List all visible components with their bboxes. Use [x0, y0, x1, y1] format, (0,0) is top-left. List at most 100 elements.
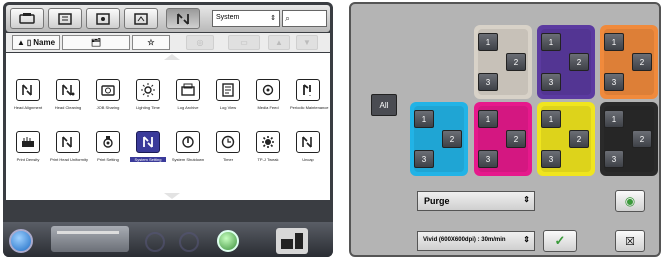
menu-item-label: Print Density — [16, 157, 40, 162]
menu-item-label: Print Head Uniformity — [50, 157, 89, 162]
tweak-icon — [256, 131, 280, 153]
nozzle-1-button[interactable]: 1 — [478, 110, 498, 128]
select-all-label: All — [379, 100, 389, 110]
execute-button[interactable] — [217, 230, 239, 252]
menu-item-label: Media Feed — [257, 105, 279, 110]
home-button[interactable] — [9, 229, 33, 253]
status-display — [51, 226, 129, 252]
log-archive-icon — [176, 79, 200, 101]
job-sharing-icon — [96, 79, 120, 101]
menu-item-label: System Setting — [130, 157, 166, 162]
tab-job-icon[interactable] — [48, 8, 82, 29]
menu-item-lighting-time[interactable]: Lighting Time — [130, 79, 166, 119]
menu-item-log-view[interactable]: Log View — [210, 79, 246, 119]
menu-item-label: Log Archive — [177, 105, 199, 110]
action-select[interactable]: Purge ⇕ — [417, 191, 535, 211]
menu-item-label: JOB Sharing — [96, 105, 120, 110]
bottom-toolbar — [3, 222, 333, 257]
scroll-down-button: ▼ — [296, 35, 318, 50]
tab-print-icon[interactable] — [10, 8, 44, 29]
search-input[interactable]: ⌕ — [282, 10, 327, 27]
check-button[interactable]: ✓ — [543, 230, 577, 252]
nozzle-2-button[interactable]: 2 — [569, 130, 589, 148]
menu-item-tp-j-tweak[interactable]: TP-J Tweak — [250, 131, 286, 171]
nozzle-3-button[interactable]: 3 — [604, 73, 624, 91]
menu-item-label: Lighting Time — [136, 105, 160, 110]
head-block-yellow[interactable]: 1 2 3 — [537, 102, 595, 176]
nozzle-3-button[interactable]: 3 — [478, 150, 498, 168]
menu-item-system-setting[interactable]: System Setting — [130, 131, 166, 171]
uniformity-icon — [56, 131, 80, 153]
sort-by-name-button[interactable]: ▲ ▯ Name — [12, 35, 60, 50]
close-button[interactable]: ☒ — [615, 230, 645, 252]
scroll-up-button: ▲ — [268, 35, 290, 50]
top-toolbar: System ⇕ ⌕ — [6, 5, 330, 32]
tab-preview-icon[interactable] — [124, 8, 158, 29]
menu-item-print-head-uniformity[interactable]: Print Head Uniformity — [50, 131, 89, 171]
nozzle-1-button[interactable]: 1 — [478, 33, 498, 51]
disabled-button-2 — [179, 232, 199, 252]
nozzle-2-button[interactable]: 2 — [569, 53, 589, 71]
menu-item-uncap[interactable]: Uncap — [290, 131, 326, 171]
print-mode-value: Vivid (600X600dpi) : 30m/min — [423, 237, 506, 243]
nozzle-1-button[interactable]: 1 — [541, 110, 561, 128]
menu-item-label: Log View — [219, 105, 237, 110]
select-all-button[interactable]: All — [371, 94, 397, 116]
menu-item-job-sharing[interactable]: JOB Sharing — [90, 79, 126, 119]
nozzle-2-button[interactable]: 2 — [632, 130, 652, 148]
nozzle-2-button[interactable]: 2 — [506, 130, 526, 148]
nozzle-1-button[interactable]: 1 — [604, 110, 624, 128]
head-block-orange[interactable]: 1 2 3 — [600, 25, 658, 99]
tab-system-icon[interactable] — [166, 8, 200, 29]
menu-item-timer[interactable]: Timer — [210, 131, 246, 171]
sort-by-type-button[interactable]: 🗂 — [62, 35, 130, 50]
nozzle-2-button[interactable]: 2 — [632, 53, 652, 71]
locate-button[interactable]: ◉ — [615, 190, 645, 212]
check-icon: ✓ — [554, 233, 566, 248]
folder-icon: 🗂 — [90, 38, 102, 47]
search-icon: ⌕ — [285, 13, 291, 23]
shutdown-icon — [176, 131, 200, 153]
category-select-value: System — [216, 14, 240, 21]
density-icon — [16, 131, 40, 153]
menu-item-periodic-maintenance[interactable]: Periodic Maintenance — [290, 79, 329, 119]
head-block-cyan[interactable]: 1 2 3 — [410, 102, 468, 176]
head-block-magenta[interactable]: 1 2 3 — [474, 102, 532, 176]
favorites-button[interactable]: ☆ — [132, 35, 170, 50]
menu-item-print-density[interactable]: Print Density — [10, 131, 46, 171]
nozzle-3-button[interactable]: 3 — [478, 73, 498, 91]
nozzle-1-button[interactable]: 1 — [541, 33, 561, 51]
uncap-icon — [296, 131, 320, 153]
chevron-down-icon: ⇕ — [523, 235, 530, 244]
nozzle-3-button[interactable]: 3 — [541, 73, 561, 91]
document-icon: ▯ — [26, 38, 32, 47]
menu-item-head-alignment[interactable]: Head Alignment — [10, 79, 46, 119]
menu-item-head-cleaning[interactable]: Head Cleaning — [50, 79, 86, 119]
menu-item-print-setting[interactable]: Print Setting — [90, 131, 126, 171]
head-cleaning-panel: All 1 2 3 1 2 3 1 2 3 1 2 3 1 2 3 1 2 3 … — [349, 2, 661, 257]
menu-item-system-shutdown[interactable]: System Shutdown — [170, 131, 206, 171]
scroll-down-icon — [164, 193, 180, 199]
menu-item-label: Head Alignment — [13, 105, 43, 110]
category-select[interactable]: System ⇕ — [212, 10, 280, 27]
menu-item-label: Uncap — [302, 157, 314, 162]
nozzle-3-button[interactable]: 3 — [604, 150, 624, 168]
chevron-down-icon: ⇕ — [523, 195, 530, 204]
print-mode-select[interactable]: Vivid (600X600dpi) : 30m/min ⇕ — [417, 231, 535, 251]
menu-item-label: Periodic Maintenance — [290, 105, 329, 110]
nozzle-2-button[interactable]: 2 — [506, 53, 526, 71]
head-block-light-gray[interactable]: 1 2 3 — [474, 25, 532, 99]
nozzle-2-button[interactable]: 2 — [442, 130, 462, 148]
head-block-violet[interactable]: 1 2 3 — [537, 25, 595, 99]
nozzle-3-button[interactable]: 3 — [541, 150, 561, 168]
menu-item-label: Head Cleaning — [54, 105, 82, 110]
nozzle-3-button[interactable]: 3 — [414, 150, 434, 168]
lighting-icon — [136, 79, 160, 101]
nozzle-1-button[interactable]: 1 — [604, 33, 624, 51]
menu-item-media-feed[interactable]: Media Feed — [250, 79, 286, 119]
menu-item-log-archive[interactable]: Log Archive — [170, 79, 206, 119]
tab-media-icon[interactable] — [86, 8, 120, 29]
head-block-black[interactable]: 1 2 3 — [600, 102, 658, 176]
print-setting-icon — [96, 131, 120, 153]
nozzle-1-button[interactable]: 1 — [414, 110, 434, 128]
